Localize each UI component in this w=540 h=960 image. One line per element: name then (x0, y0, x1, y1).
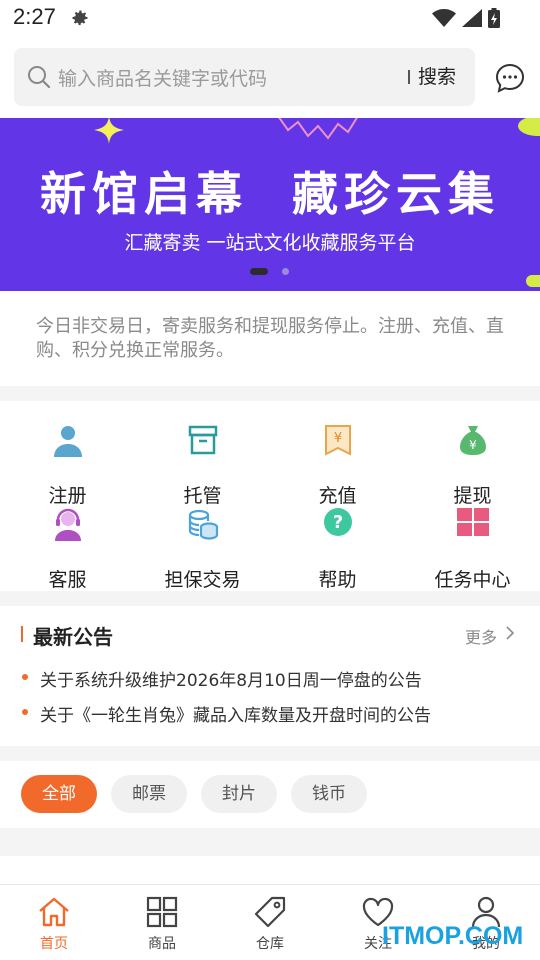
chip-stamps[interactable]: 邮票 (111, 775, 187, 813)
chevron-right-icon[interactable] (505, 626, 515, 640)
announcement-text: 关于系统升级维护2026年8月10日周一停盘的公告 (40, 671, 422, 691)
grid-item-help[interactable]: ? 帮助 (270, 507, 405, 591)
money-bag-icon: ¥ (459, 426, 486, 455)
help-circle-icon: ? (323, 508, 352, 536)
status-bar: 2:27 (0, 0, 540, 36)
grid-label: 充值 (318, 485, 357, 507)
burst-decoration (278, 118, 358, 140)
announcement-text: 关于《一轮生肖兔》藏品入库数量及开盘时间的公告 (40, 706, 431, 726)
notice-text: 今日非交易日，寄卖服务和提现服务停止。注册、充值、直购、积分兑换正常服务。 (36, 316, 504, 361)
tab-warehouse[interactable]: 仓库 (216, 885, 324, 960)
battery-charging-icon (488, 8, 500, 28)
archive-box-icon (188, 425, 217, 455)
announcement-item[interactable]: 关于《一轮生肖兔》藏品入库数量及开盘时间的公告 (22, 701, 522, 726)
chip-covers[interactable]: 封片 (201, 775, 277, 813)
signal-icon (462, 9, 482, 27)
sparkle-icon (94, 118, 124, 144)
gear-icon (72, 10, 88, 26)
headset-agent-icon (54, 508, 81, 541)
grid-label: 任务中心 (434, 569, 511, 591)
announcement-item[interactable]: 关于系统升级维护2026年8月10日周一停盘的公告 (22, 666, 522, 691)
watermark: ITMOP.COM (382, 922, 524, 950)
tab-label: 首页 (40, 936, 68, 952)
grid-tiles-icon (456, 508, 489, 536)
header: 输入商品名关键字或代码 搜索 (0, 36, 540, 118)
corner-decoration (518, 118, 540, 136)
more-link[interactable]: 更多 (465, 624, 497, 648)
apps-grid-icon (146, 896, 178, 928)
banner-subtitle: 汇藏寄卖 一站式文化收藏服务平台 (124, 232, 416, 254)
grid-item-escrow[interactable]: 担保交易 (135, 507, 270, 591)
section-title: 最新公告 (33, 625, 113, 649)
carousel-indicator-active[interactable] (250, 268, 268, 275)
notice-card: 今日非交易日，寄卖服务和提现服务停止。注册、充值、直购、积分兑换正常服务。 (0, 291, 540, 386)
grid-item-tasks[interactable]: 任务中心 (405, 507, 540, 591)
chip-all[interactable]: 全部 (21, 775, 97, 813)
bullet-dot (22, 709, 28, 715)
tab-products[interactable]: 商品 (108, 885, 216, 960)
grid-item-support[interactable]: 客服 (0, 507, 135, 591)
grid-label: 托管 (183, 485, 222, 507)
grid-item-withdraw[interactable]: ¥ 提现 (405, 423, 540, 507)
bullet-dot (22, 674, 28, 680)
tag-icon (254, 896, 286, 928)
promo-banner[interactable]: 新馆启幕 藏珍云集 汇藏寄卖 一站式文化收藏服务平台 (0, 118, 540, 291)
carousel-indicator[interactable] (282, 268, 289, 275)
status-icons (432, 8, 500, 28)
chip-coins[interactable]: 钱币 (291, 775, 367, 813)
user-icon (53, 426, 82, 457)
yen-coupon-icon: ¥ (324, 425, 351, 456)
announcements-section: 最新公告 更多 关于系统升级维护2026年8月10日周一停盘的公告 关于《一轮生… (0, 606, 540, 746)
product-list-area (0, 856, 540, 884)
search-button[interactable]: 搜索 (418, 62, 456, 89)
search-divider (408, 70, 410, 84)
banner-title: 新馆启幕 藏珍云集 (39, 167, 501, 221)
grid-item-custody[interactable]: 托管 (135, 423, 270, 507)
corner-decoration (526, 275, 540, 287)
chat-bubble-icon[interactable] (494, 62, 526, 94)
function-grid: 注册 托管 ¥ 充值 ¥ 提现 客服 担保交易 ? 帮助 任务中心 (0, 401, 540, 591)
coin-stack-icon (188, 509, 218, 540)
grid-label: 注册 (48, 485, 87, 507)
grid-item-recharge[interactable]: ¥ 充值 (270, 423, 405, 507)
grid-item-register[interactable]: 注册 (0, 423, 135, 507)
svg-text:¥: ¥ (469, 438, 477, 452)
grid-label: 客服 (48, 569, 87, 591)
svg-text:¥: ¥ (333, 431, 341, 446)
tab-home[interactable]: 首页 (0, 885, 108, 960)
status-time: 2:27 (13, 4, 56, 29)
home-icon (39, 897, 69, 927)
category-filter: 全部 邮票 封片 钱币 (0, 761, 540, 828)
svg-text:?: ? (332, 512, 342, 533)
search-placeholder: 输入商品名关键字或代码 (58, 68, 268, 90)
grid-label: 提现 (453, 485, 492, 507)
search-input[interactable]: 输入商品名关键字或代码 搜索 (14, 48, 475, 106)
grid-label: 帮助 (318, 569, 357, 591)
grid-label: 担保交易 (164, 569, 241, 591)
wifi-icon (432, 9, 456, 27)
search-icon (28, 66, 51, 89)
section-accent-bar (21, 626, 23, 642)
tab-label: 商品 (148, 936, 176, 952)
tab-label: 仓库 (256, 936, 284, 952)
